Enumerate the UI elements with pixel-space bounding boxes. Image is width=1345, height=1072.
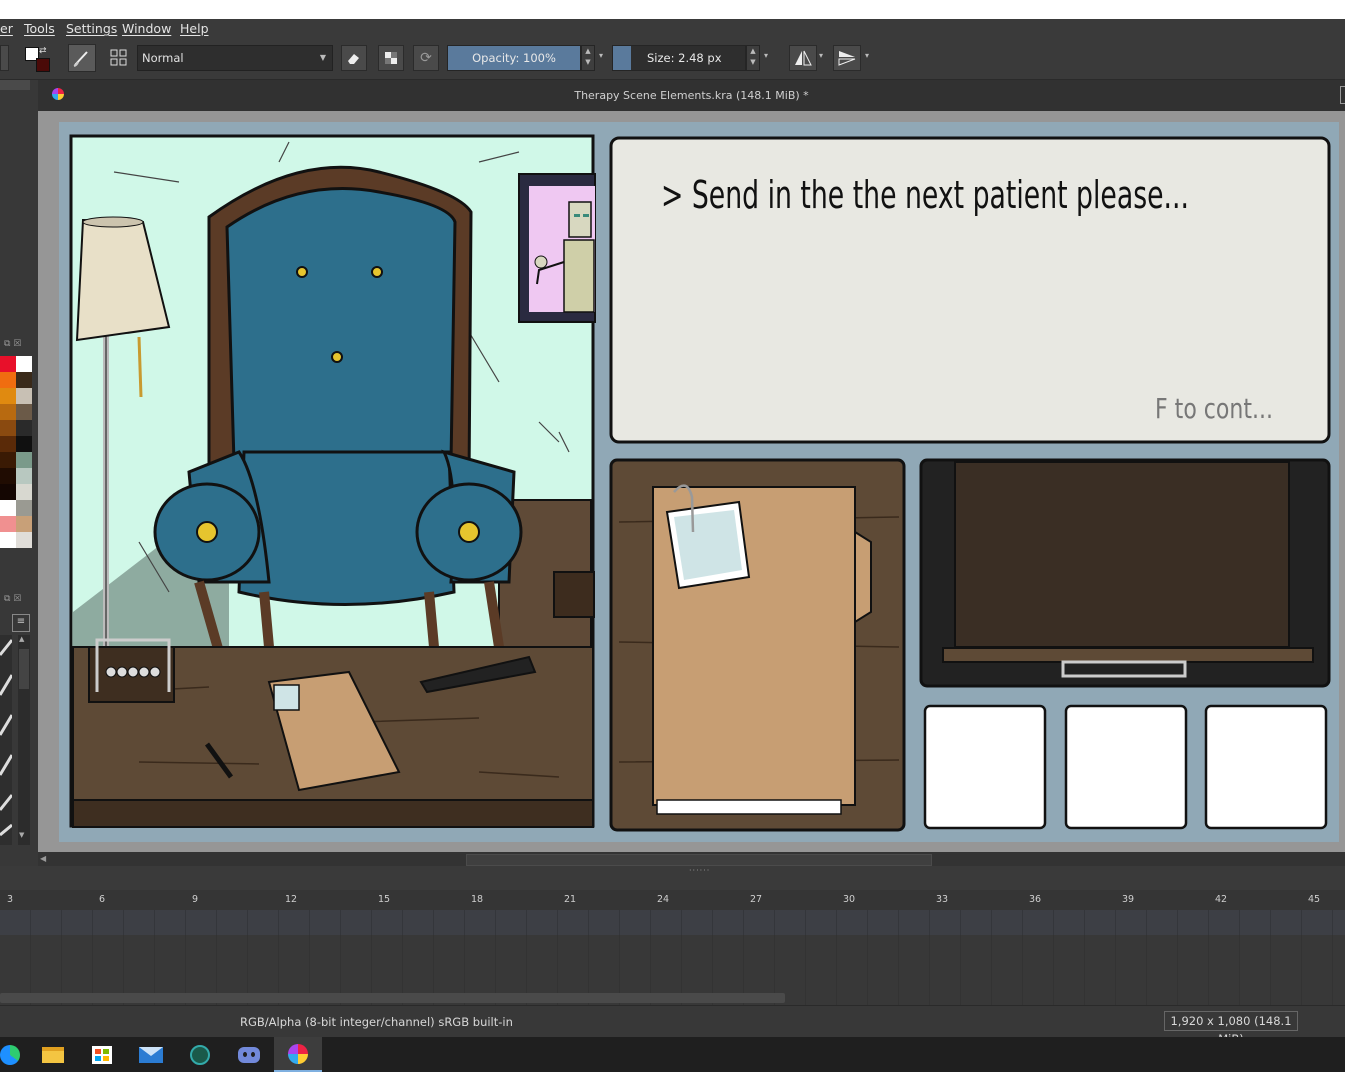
mirror-horizontal-button[interactable] bbox=[789, 45, 817, 71]
brush-icon bbox=[73, 51, 88, 67]
palette-swatches[interactable] bbox=[0, 356, 32, 560]
mirror-horizontal-dropdown-icon[interactable]: ▾ bbox=[819, 51, 823, 60]
size-slider[interactable]: Size: 2.48 px bbox=[612, 45, 746, 71]
mirror-vertical-button[interactable] bbox=[833, 45, 861, 71]
opacity-slider[interactable]: Opacity: 100% bbox=[447, 45, 581, 71]
scroll-thumb[interactable] bbox=[466, 854, 932, 866]
menu-settings[interactable]: Settings bbox=[66, 21, 117, 36]
frame-tick[interactable]: 39 bbox=[1122, 894, 1134, 905]
screen-panel bbox=[919, 458, 1331, 688]
eraser-mode-button[interactable] bbox=[341, 45, 367, 71]
grid-icon bbox=[110, 49, 127, 66]
eraser-icon bbox=[348, 54, 359, 64]
frame-tick[interactable]: 15 bbox=[378, 894, 390, 905]
document-tab-bar: Therapy Scene Elements.kra (148.1 MiB) * bbox=[38, 80, 1345, 112]
frame-tick[interactable]: 3 bbox=[7, 894, 13, 905]
robot-portrait-frame bbox=[518, 173, 596, 323]
dialogue-text: > Send in the the next patient please... bbox=[661, 173, 1189, 217]
canvas-horizontal-scrollbar[interactable]: ◀ bbox=[38, 852, 1345, 866]
windows-taskbar bbox=[0, 1037, 1345, 1072]
size-dropdown-icon[interactable]: ▾ bbox=[764, 51, 768, 60]
menu-bar: er Tools Settings Window Help bbox=[0, 19, 1345, 39]
blend-mode-select[interactable]: Normal ▼ bbox=[137, 45, 333, 71]
size-slider-fill bbox=[613, 46, 631, 70]
status-bar: RGB/Alpha (8-bit integer/channel) sRGB b… bbox=[0, 1005, 1345, 1046]
frame-tick[interactable]: 33 bbox=[936, 894, 948, 905]
image-size-info[interactable]: 1,920 x 1,080 (148.1 MiB) bbox=[1164, 1011, 1298, 1046]
frame-tick[interactable]: 18 bbox=[471, 894, 483, 905]
checkerboard-icon bbox=[385, 52, 397, 64]
discord-icon[interactable] bbox=[225, 1037, 273, 1072]
menu-window[interactable]: Window bbox=[122, 21, 171, 36]
list-view-icon[interactable]: ≡ bbox=[12, 614, 30, 632]
size-label: Size: 2.48 px bbox=[647, 51, 722, 65]
chevron-down-icon: ▼ bbox=[319, 53, 326, 62]
reload-preset-button[interactable]: ⟳ bbox=[413, 45, 439, 71]
inventory-slots bbox=[923, 704, 1328, 830]
app-icon[interactable] bbox=[176, 1037, 224, 1072]
frame-tick[interactable]: 36 bbox=[1029, 894, 1041, 905]
frame-tick[interactable]: 45 bbox=[1308, 894, 1320, 905]
size-spinner[interactable]: ▲ ▼ bbox=[746, 45, 760, 71]
opacity-dropdown-icon[interactable]: ▾ bbox=[599, 51, 603, 60]
resize-handle-icon[interactable]: ······ bbox=[689, 866, 710, 875]
opacity-spinner[interactable]: ▲ ▼ bbox=[581, 45, 595, 71]
preserve-alpha-button[interactable] bbox=[378, 45, 404, 71]
store-icon[interactable] bbox=[78, 1037, 126, 1072]
tab-overflow-icon[interactable] bbox=[1340, 86, 1345, 104]
tool-options-toolbar: ⇄ Normal ▼ ⟳ Opacity: 100% ▲ ▼ ▾ Size: 2.… bbox=[0, 39, 1345, 80]
case-file-panel bbox=[609, 458, 906, 832]
timeline-layer-row[interactable] bbox=[0, 910, 1345, 935]
timeline-scrollbar[interactable] bbox=[0, 993, 785, 1003]
dialogue-panel: > Send in the the next patient please...… bbox=[609, 136, 1331, 444]
scroll-left-icon[interactable]: ◀ bbox=[40, 854, 46, 863]
menu-tools[interactable]: Tools bbox=[24, 21, 55, 36]
reload-icon: ⟳ bbox=[420, 50, 432, 66]
artboard[interactable]: > Send in the the next patient please...… bbox=[59, 122, 1339, 842]
color-selector[interactable]: ⇄ bbox=[24, 46, 50, 72]
docker-float-close-icons[interactable]: ⧉ ☒ bbox=[4, 339, 21, 349]
docker-tab[interactable] bbox=[0, 80, 30, 90]
swap-colors-icon[interactable]: ⇄ bbox=[39, 46, 47, 56]
blue-armchair bbox=[153, 165, 523, 654]
timeline-header: ······ bbox=[0, 866, 1345, 890]
continue-hint: F to cont... bbox=[1155, 392, 1273, 425]
color-space-info: RGB/Alpha (8-bit integer/channel) sRGB b… bbox=[240, 1015, 513, 1029]
opacity-label: Opacity: 100% bbox=[472, 51, 556, 65]
frame-tick[interactable]: 21 bbox=[564, 894, 576, 905]
krita-icon[interactable] bbox=[274, 1037, 322, 1072]
office-scene-panel bbox=[69, 134, 596, 828]
mirror-vertical-dropdown-icon[interactable]: ▾ bbox=[865, 51, 869, 60]
mirror-vertical-icon bbox=[838, 51, 856, 66]
brush-preset-strip[interactable] bbox=[0, 635, 14, 845]
frame-tick[interactable]: 30 bbox=[843, 894, 855, 905]
brush-presets-grid-button[interactable] bbox=[106, 45, 132, 71]
frame-tick[interactable]: 24 bbox=[657, 894, 669, 905]
toolbar-edge-button[interactable] bbox=[0, 45, 9, 71]
menu-layer[interactable]: er bbox=[0, 21, 13, 36]
timeline-ruler: 3 6 9 12 15 18 21 24 27 30 33 36 39 42 4… bbox=[0, 890, 1345, 910]
menu-help[interactable]: Help bbox=[180, 21, 209, 36]
frame-tick[interactable]: 6 bbox=[99, 894, 105, 905]
background-color-swatch[interactable] bbox=[36, 58, 50, 72]
brush-preset-scrollbar[interactable]: ▲ ▼ bbox=[18, 635, 30, 845]
frame-tick[interactable]: 42 bbox=[1215, 894, 1227, 905]
brush-docker-float-close-icons[interactable]: ⧉ ☒ bbox=[4, 594, 21, 604]
frame-tick[interactable]: 12 bbox=[285, 894, 297, 905]
blend-mode-value: Normal bbox=[142, 51, 184, 65]
mirror-horizontal-icon bbox=[795, 50, 812, 66]
desk bbox=[72, 638, 594, 828]
file-explorer-icon[interactable] bbox=[29, 1037, 77, 1072]
artwork-canvas: > Send in the the next patient please...… bbox=[69, 134, 1331, 832]
document-title[interactable]: Therapy Scene Elements.kra (148.1 MiB) * bbox=[38, 89, 1345, 102]
left-docker-panel: ⧉ ☒ ⧉ ☒ ≡ ▲ ▼ bbox=[0, 80, 38, 892]
brush-preset-button[interactable] bbox=[68, 44, 96, 72]
frame-tick[interactable]: 27 bbox=[750, 894, 762, 905]
frame-tick[interactable]: 9 bbox=[192, 894, 198, 905]
mail-icon[interactable] bbox=[127, 1037, 175, 1072]
